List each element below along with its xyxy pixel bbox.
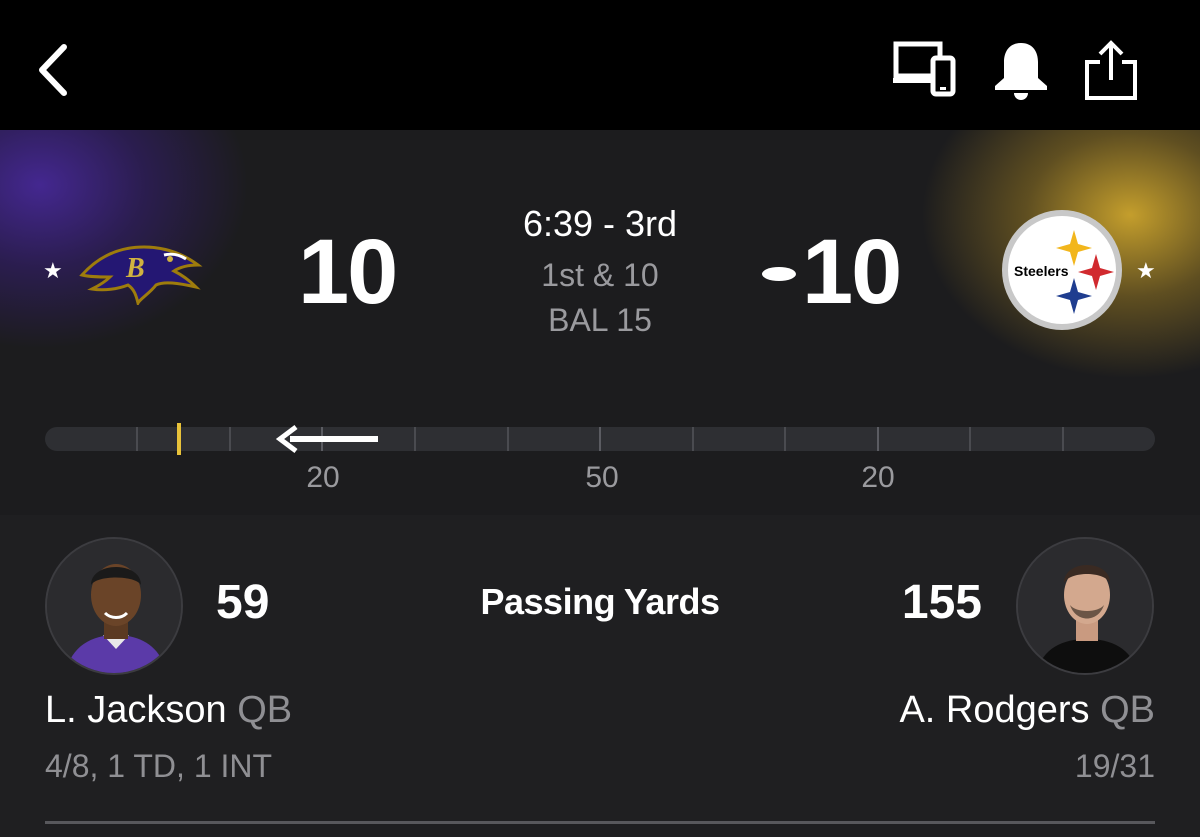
right-leader-stat-line: 19/31	[1074, 748, 1155, 784]
top-nav-bar	[0, 0, 1200, 130]
devices-icon	[893, 41, 956, 97]
right-leader-name-line[interactable]: A. Rodgers QB	[700, 685, 1155, 735]
drive-direction-arrow-icon	[276, 425, 378, 453]
svg-text:B: B	[125, 253, 145, 284]
home-score: 10	[298, 221, 398, 323]
left-leader-name-line[interactable]: L. Jackson QB	[45, 685, 292, 735]
yard-tick	[599, 427, 601, 451]
leader-stat-category: Passing Yards	[480, 581, 720, 622]
share-icon	[1085, 40, 1137, 100]
possession-football-icon	[762, 267, 796, 281]
scoreboard: ★ B 10 6:39 - 3rd 1st & 10 BAL 15 10 Ste…	[0, 130, 1200, 515]
yard-tick	[1062, 427, 1064, 451]
yard-tick	[969, 427, 971, 451]
back-button[interactable]	[30, 35, 80, 105]
player-avatar-right[interactable]	[1016, 537, 1154, 675]
yard-tick	[784, 427, 786, 451]
yard-label: 20	[861, 461, 895, 494]
section-divider	[45, 821, 1155, 824]
player-headshot-icon	[1018, 539, 1152, 673]
notifications-button[interactable]	[992, 40, 1050, 102]
steelers-logo[interactable]: Steelers	[1000, 208, 1124, 332]
yard-tick	[414, 427, 416, 451]
away-favorite-star-icon: ★	[1136, 258, 1156, 283]
steelers-logo-text: Steelers	[1014, 263, 1069, 279]
player-headshot-icon	[47, 539, 181, 673]
left-leader-stat-line: 4/8, 1 TD, 1 INT	[45, 748, 273, 784]
yard-tick	[136, 427, 138, 451]
line-of-scrimmage-marker	[177, 423, 181, 455]
right-leader-position: QB	[1100, 689, 1155, 731]
player-avatar-left[interactable]	[45, 537, 183, 675]
left-leader-stat-value: 59	[216, 576, 270, 629]
share-button[interactable]	[1082, 40, 1140, 102]
yard-tick	[229, 427, 231, 451]
yard-label: 50	[585, 461, 619, 494]
yard-tick	[877, 427, 879, 451]
game-clock: 6:39 - 3rd	[522, 203, 678, 244]
away-score: 10	[802, 221, 902, 323]
left-leader-name: L. Jackson	[45, 689, 227, 731]
left-leader-position: QB	[237, 689, 293, 731]
yard-tick	[507, 427, 509, 451]
right-leader-name: A. Rodgers	[899, 689, 1090, 731]
yard-label: 20	[306, 461, 340, 494]
right-leader-stat-value: 155	[901, 576, 982, 629]
yard-tick	[692, 427, 694, 451]
ravens-logo[interactable]: B	[78, 235, 204, 308]
ball-position: BAL 15	[548, 302, 652, 338]
game-leaders-section[interactable]: 59 Passing Yards 155 L. Jackson QB A. Ro…	[0, 515, 1200, 837]
down-and-distance: 1st & 10	[541, 257, 659, 293]
cast-devices-button[interactable]	[893, 40, 957, 98]
bell-icon	[995, 43, 1047, 100]
chevron-left-icon	[39, 44, 67, 96]
home-favorite-star-icon: ★	[43, 258, 63, 283]
